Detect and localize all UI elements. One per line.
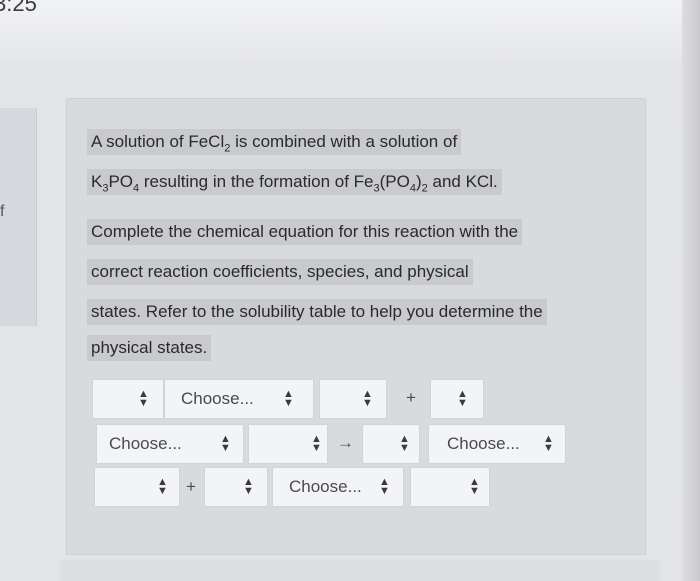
up-down-chevron-icon: ▲ ▼ xyxy=(457,388,468,409)
product1-coefficient-select[interactable]: ▲ ▼ xyxy=(362,424,420,464)
product2-species-select[interactable]: Choose... ▲ ▼ xyxy=(272,467,404,507)
up-down-chevron-icon: ▲ ▼ xyxy=(469,476,480,497)
sidebar-text: f xyxy=(0,203,5,220)
question-line-2: K3PO4 resulting in the formation of Fe3(… xyxy=(87,169,502,195)
up-down-chevron-icon: ▲ ▼ xyxy=(311,433,322,454)
up-down-chevron-icon: ▲ ▼ xyxy=(283,388,294,409)
left-sidebar-panel xyxy=(0,108,37,326)
question-line-6: physical states. xyxy=(87,335,212,361)
product1-species-select[interactable]: Choose... ▲ ▼ xyxy=(428,424,566,464)
product2-coefficient-select[interactable]: ▲ ▼ xyxy=(204,467,268,507)
plus-sign: + xyxy=(406,388,416,407)
reactant2-coefficient-select[interactable]: ▲ ▼ xyxy=(430,379,484,419)
up-down-chevron-icon: ▲ ▼ xyxy=(362,388,373,409)
up-down-chevron-icon: ▲ ▼ xyxy=(243,476,254,497)
up-down-chevron-icon: ▲ ▼ xyxy=(220,433,231,454)
select-label: Choose... xyxy=(447,434,520,453)
reaction-arrow: → xyxy=(337,433,354,452)
select-label: Choose... xyxy=(109,434,182,453)
reactant1-species-select[interactable]: Choose... ▲ ▼ xyxy=(164,379,314,419)
status-time: 3:25 xyxy=(0,0,37,16)
product2-state-select[interactable]: ▲ ▼ xyxy=(410,467,490,507)
product1-state-select[interactable]: ▲ ▼ xyxy=(94,467,180,507)
bottom-strip xyxy=(60,560,660,581)
up-down-chevron-icon: ▲ ▼ xyxy=(138,388,149,409)
reactant2-species-select[interactable]: Choose... ▲ ▼ xyxy=(96,424,244,464)
reactant2-state-select[interactable]: ▲ ▼ xyxy=(248,424,328,464)
question-line-5: states. Refer to the solubility table to… xyxy=(87,299,547,325)
reactant1-coefficient-select[interactable]: ▲ ▼ xyxy=(92,379,164,419)
question-line-1: A solution of FeCl2 is combined with a s… xyxy=(87,129,462,155)
up-down-chevron-icon: ▲ ▼ xyxy=(543,433,554,454)
select-label: Choose... xyxy=(181,389,254,408)
up-down-chevron-icon: ▲ ▼ xyxy=(379,476,390,497)
reactant1-state-select[interactable]: ▲ ▼ xyxy=(319,379,387,419)
select-label: Choose... xyxy=(289,477,362,496)
top-strip xyxy=(0,0,700,60)
question-line-4: correct reaction coefficients, species, … xyxy=(87,259,473,285)
up-down-chevron-icon: ▲ ▼ xyxy=(157,476,168,497)
up-down-chevron-icon: ▲ ▼ xyxy=(399,433,410,454)
plus-sign: + xyxy=(186,477,196,496)
question-line-3: Complete the chemical equation for this … xyxy=(87,219,523,245)
right-edge xyxy=(682,0,700,581)
